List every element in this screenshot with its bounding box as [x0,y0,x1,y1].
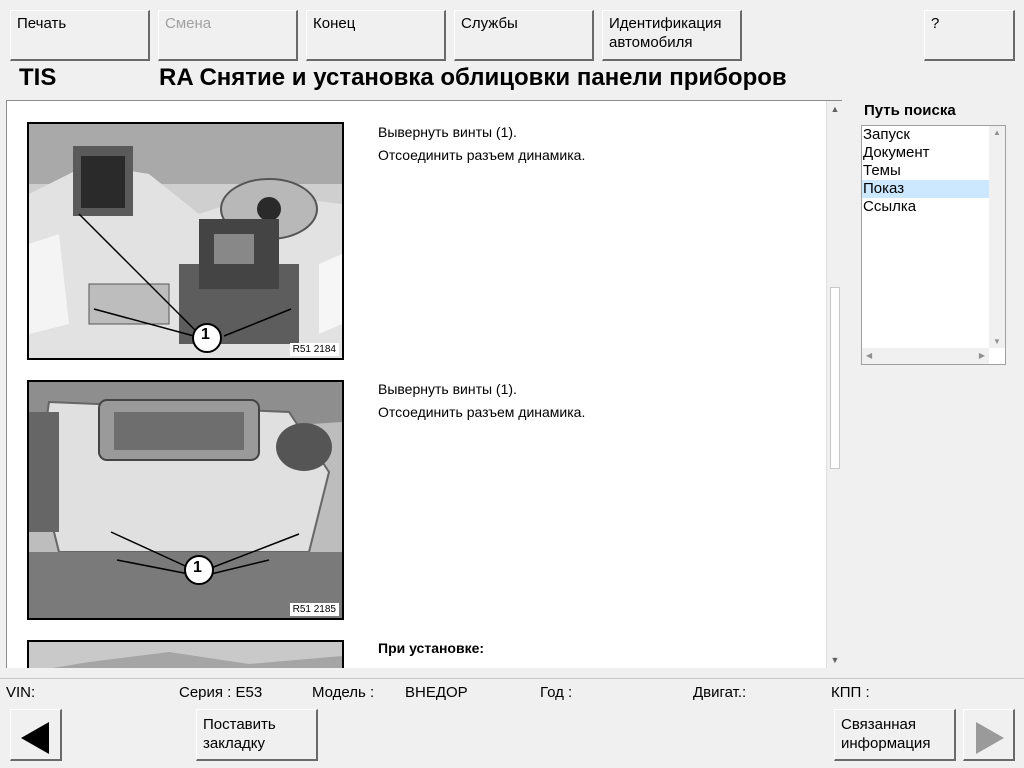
content-scrollbar[interactable]: ▲ ▼ [826,101,842,668]
step-instruction: Отсоединить разъем динамика. [378,404,586,420]
related-info-label: Связанная информация [841,716,931,752]
callout-number: 1 [201,326,210,343]
vehicle-id-label: Идентификация автомобиля [609,15,722,51]
vehicle-id-button[interactable]: Идентификация автомобиля [602,10,742,61]
search-path-list[interactable]: Запуск Документ Темы Показ Ссылка ▲ ▼ ◀ … [861,125,1006,365]
scroll-down-icon[interactable]: ▼ [827,652,842,668]
search-path-label: Путь поиска [864,102,956,119]
dashboard-photo-1 [29,124,342,358]
callout-number: 1 [193,559,202,576]
scroll-left-icon[interactable]: ◀ [866,351,872,360]
series-label: Серия : E53 [179,684,263,701]
search-path-item[interactable]: Ссылка [862,198,989,216]
vehicle-status-bar: VIN: Серия : E53 Модель : ВНЕДОР Год : Д… [0,678,1024,704]
dashboard-photo-2 [29,382,342,618]
model-label: Модель : [312,684,375,701]
scroll-down-icon[interactable]: ▼ [993,337,1001,346]
bookmark-label: Поставить закладку [203,716,276,752]
arrow-right-icon [976,722,1004,754]
end-button[interactable]: Конец [306,10,446,61]
step-photo-3 [27,640,344,668]
search-path-item[interactable]: Темы [862,162,989,180]
year-label: Год : [540,684,573,701]
scroll-thumb[interactable] [830,287,840,469]
arrow-left-icon [21,722,49,754]
step-photo-2: 1 R51 2185 [27,380,344,620]
help-button[interactable]: ? [924,10,1015,61]
model-value: ВНЕДОР [405,684,468,701]
gearbox-label: КПП : [831,684,870,701]
step-text-1: Вывернуть винты (1). Отсоединить разъем … [378,121,585,167]
scroll-up-icon[interactable]: ▲ [827,101,842,117]
document-pane[interactable]: 1 R51 2184 Вывернуть винты (1). Отсоедин… [6,100,842,668]
document-title: RA Снятие и установка облицовки панели п… [159,64,787,91]
image-reference: R51 2184 [289,343,339,356]
app-name: TIS [19,64,57,91]
bookmark-button[interactable]: Поставить закладку [196,709,318,761]
search-path-item-selected[interactable]: Показ [862,180,989,198]
step-photo-1: 1 R51 2184 [27,122,344,360]
dashboard-photo-3 [29,642,342,668]
print-label: Печать [17,15,67,32]
vin-label: VIN: [6,684,36,701]
related-info-button[interactable]: Связанная информация [834,709,956,761]
search-path-item[interactable]: Документ [862,144,989,162]
change-button[interactable]: Смена [158,10,298,61]
image-reference: R51 2185 [289,603,339,616]
help-label: ? [931,15,940,32]
list-vertical-scrollbar[interactable]: ▲ ▼ [989,126,1005,348]
scroll-up-icon[interactable]: ▲ [993,128,1001,137]
step-instruction: Отсоединить разъем динамика. [378,147,586,163]
search-path-item[interactable]: Запуск [862,126,989,144]
forward-button[interactable] [963,709,1015,761]
print-button[interactable]: Печать [10,10,150,61]
engine-label: Двигат.: [693,684,747,701]
change-label: Смена [165,15,212,32]
step-instruction: Вывернуть винты (1). [378,381,517,397]
tis-window: Печать Смена Конец Службы Идентификация … [0,0,1024,768]
list-horizontal-scrollbar[interactable]: ◀ ▶ [862,348,989,364]
step-text-2: Вывернуть винты (1). Отсоединить разъем … [378,378,585,424]
back-button[interactable] [10,709,62,761]
services-label: Службы [461,15,518,32]
end-label: Конец [313,15,356,32]
scroll-right-icon[interactable]: ▶ [979,351,985,360]
services-button[interactable]: Службы [454,10,594,61]
step-instruction: Вывернуть винты (1). [378,124,517,140]
installation-heading: При установке: [378,640,485,656]
